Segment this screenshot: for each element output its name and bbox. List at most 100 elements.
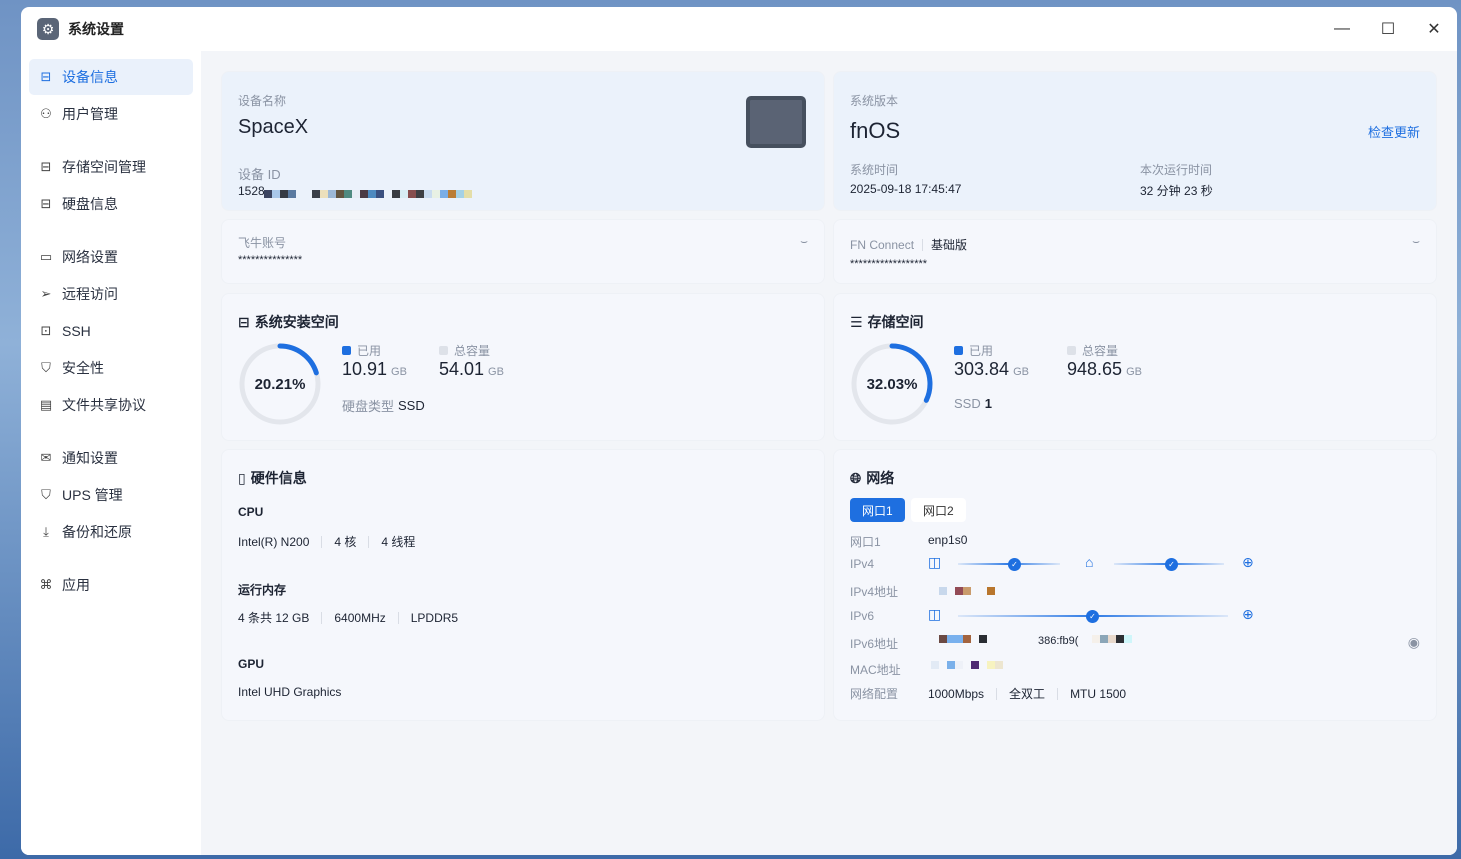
- ipv4-address-label: IPv4地址: [850, 585, 899, 599]
- fn-connect-header: FN Connect 基础版: [850, 236, 967, 253]
- total-number: 948.65: [1067, 359, 1123, 379]
- fn-connect-value: ******************: [850, 258, 928, 270]
- nas-port-icon: ◫: [928, 554, 942, 570]
- sidebar-item-label: 用户管理: [62, 106, 118, 122]
- unit: GB: [391, 366, 407, 378]
- fn-connect-card: FN Connect 基础版 ****************** ⌣: [833, 219, 1437, 284]
- total-number: 54.01: [439, 359, 485, 379]
- sidebar-item-apps[interactable]: ⌘ 应用: [29, 567, 193, 603]
- usage-percent: 20.21%: [254, 375, 306, 393]
- legend-label: 总容量: [454, 344, 491, 358]
- sidebar-item-label: 存储空间管理: [62, 159, 146, 175]
- disk-icon: ⊟: [238, 313, 250, 330]
- device-id: 1528: [238, 184, 265, 198]
- device-card: 设备名称 SpaceX 设备 ID 1528: [221, 71, 825, 211]
- uptime: 32 分钟 23 秒: [1140, 184, 1213, 198]
- sidebar-item-file-sharing[interactable]: ▤ 文件共享协议: [29, 387, 193, 423]
- sidebar-item-remote[interactable]: ➢ 远程访问: [29, 276, 193, 312]
- sidebar-item-label: 网络设置: [62, 249, 118, 265]
- close-button[interactable]: ✕: [1411, 7, 1457, 51]
- eye-closed-icon[interactable]: ⌣: [1412, 234, 1420, 249]
- device-id-label: 设备 ID: [238, 167, 281, 182]
- gpu-model: Intel UHD Graphics: [238, 685, 342, 699]
- check-icon: ✓: [1008, 558, 1021, 571]
- fn-connect-label: FN Connect: [850, 237, 915, 252]
- gear-icon: ⚙: [37, 18, 59, 40]
- unit: GB: [488, 366, 504, 378]
- legend-label: 已用: [969, 344, 994, 358]
- users-icon: ⚇: [40, 106, 52, 121]
- ram-size: 4 条共 12 GB: [238, 611, 310, 625]
- tab-port-1[interactable]: 网口1: [850, 498, 905, 522]
- storage-icon: ☰: [850, 313, 863, 330]
- storage-card: ☰ 存储空间 32.03% 已用 总容量 303.84 GB 948.65 GB SS…: [833, 293, 1437, 441]
- ipv6-address-label: IPv6地址: [850, 637, 899, 651]
- used-value: 303.84 GB: [954, 359, 1029, 380]
- account-value: ***************: [238, 254, 303, 266]
- network-card: 🌐︎ 网络 网口1 网口2 网口1 enp1s0 IPv4 ◫ ✓ ⌂ ✓ ⊕ I…: [833, 449, 1437, 721]
- section-title: 硬件信息: [250, 470, 307, 486]
- disk-type-value: SSD: [398, 398, 425, 413]
- redacted-device-id: [264, 190, 472, 198]
- link-speed: 1000Mbps: [928, 686, 985, 701]
- storage-icon: ⊟: [40, 159, 52, 174]
- sidebar-item-label: 文件共享协议: [62, 397, 146, 413]
- device-icon: ⊟: [40, 69, 52, 84]
- minimize-button[interactable]: —: [1319, 7, 1365, 51]
- total-value: 948.65 GB: [1067, 359, 1142, 380]
- sidebar-item-network[interactable]: ▭ 网络设置: [29, 239, 193, 275]
- apps-icon: ⌘: [39, 577, 53, 592]
- cpu-threads: 4 线程: [381, 535, 416, 549]
- redacted-ipv6: [1092, 635, 1132, 643]
- eye-closed-icon[interactable]: ⌣: [800, 234, 808, 249]
- tab-port-2[interactable]: 网口2: [911, 498, 966, 522]
- system-time-label: 系统时间: [850, 163, 899, 177]
- sidebar-item-security[interactable]: ⛉ 安全性: [29, 350, 193, 386]
- mtu: MTU 1500: [1070, 686, 1127, 701]
- disk-type: 硬盘类型 SSD: [342, 396, 425, 415]
- sidebar-item-users[interactable]: ⚇ 用户管理: [29, 96, 193, 132]
- sidebar-item-label: 备份和还原: [62, 524, 132, 540]
- section-title: 网络: [866, 470, 895, 486]
- sidebar-item-label: 设备信息: [62, 69, 118, 85]
- version-label: 系统版本: [850, 94, 899, 108]
- globe-icon: 🌐︎: [850, 469, 862, 486]
- mac-label: MAC地址: [850, 663, 901, 677]
- used-legend: 已用: [954, 342, 993, 359]
- sidebar-item-ups[interactable]: ⛉ UPS 管理: [29, 477, 193, 513]
- settings-window: ⚙ 系统设置 — ☐ ✕ ⊟ 设备信息 ⚇ 用户管理 ⊟ 存储空间管理 ⊟ 硬盘信息 ▭…: [21, 7, 1457, 855]
- eye-icon[interactable]: ◉: [1408, 634, 1420, 651]
- storage-ring: 32.03%: [850, 342, 934, 426]
- cpu-label: CPU: [238, 505, 264, 519]
- sidebar-item-ssh[interactable]: ⊡ SSH: [29, 313, 193, 349]
- check-icon: ✓: [1165, 558, 1178, 571]
- ram-speed: 6400MHz: [334, 610, 386, 625]
- chip-icon: ▯: [238, 469, 246, 486]
- sidebar-item-label: 通知设置: [62, 450, 118, 466]
- sidebar-item-device-info[interactable]: ⊟ 设备信息: [29, 59, 193, 95]
- system-card: 系统版本 fnOS 检查更新 系统时间 2025-09-18 17:45:47 …: [833, 71, 1437, 211]
- storage-title: ☰ 存储空间: [850, 312, 924, 332]
- sidebar-item-disks[interactable]: ⊟ 硬盘信息: [29, 186, 193, 222]
- total-value: 54.01 GB: [439, 359, 504, 380]
- usage-percent: 32.03%: [866, 375, 918, 393]
- router-icon: ⌂: [1085, 554, 1094, 570]
- nas-device-icon: [746, 96, 806, 148]
- account-label: 飞牛账号: [238, 236, 287, 250]
- cpu-model: Intel(R) N200: [238, 534, 310, 549]
- window-title: 系统设置: [68, 21, 124, 37]
- sidebar-item-backup[interactable]: ⤓ 备份和还原: [29, 514, 193, 550]
- main-content: 设备名称 SpaceX 设备 ID 1528 系统版本 fnOS 检查更新 系统…: [201, 51, 1457, 855]
- ssd-count: SSD 1: [954, 396, 992, 411]
- check-update-link[interactable]: 检查更新: [1368, 122, 1420, 141]
- shield-icon: ⛉: [41, 360, 51, 375]
- total-legend: 总容量: [439, 342, 490, 359]
- send-icon: ➢: [40, 286, 52, 301]
- cpu-cores: 4 核: [334, 535, 357, 549]
- hardware-title: ▯ 硬件信息: [238, 468, 307, 488]
- sidebar-item-storage[interactable]: ⊟ 存储空间管理: [29, 149, 193, 185]
- maximize-button[interactable]: ☐: [1365, 7, 1411, 51]
- system-space-card: ⊟ 系统安装空间 20.21% 已用 总容量 10.91 GB 54.01 GB 硬盘…: [221, 293, 825, 441]
- sidebar-item-notifications[interactable]: ✉ 通知设置: [29, 440, 193, 476]
- system-space-ring: 20.21%: [238, 342, 322, 426]
